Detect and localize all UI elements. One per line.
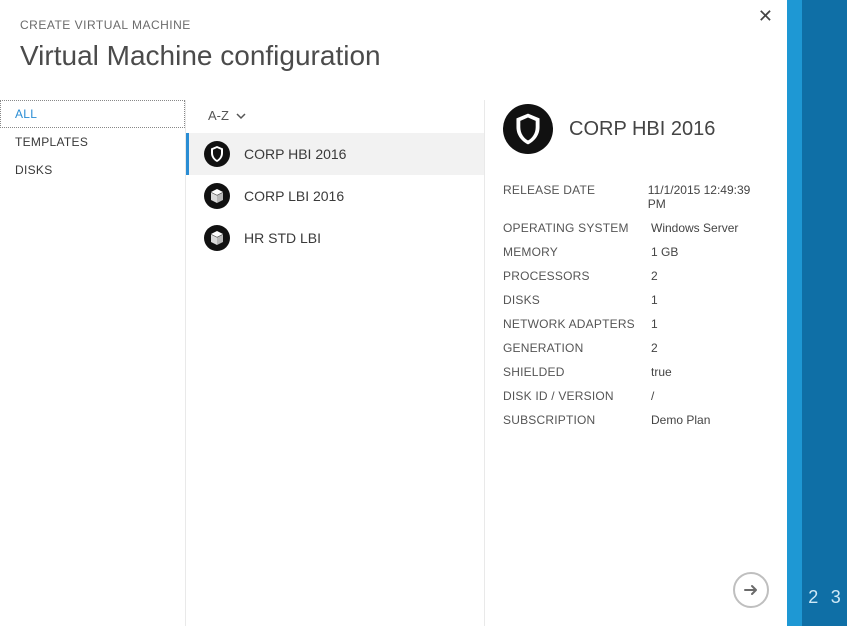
rail-stripe: [787, 0, 802, 626]
next-button[interactable]: [733, 572, 769, 608]
sidebar-item-label: DISKS: [15, 163, 53, 177]
prop-value: 1 GB: [651, 245, 678, 259]
list-item-label: HR STD LBI: [244, 230, 321, 246]
step-number[interactable]: 2: [808, 587, 818, 608]
page-title: Virtual Machine configuration: [20, 40, 767, 72]
shield-icon: [503, 104, 553, 154]
rail-steps: 2 3: [802, 0, 847, 626]
sort-dropdown[interactable]: A-Z: [186, 108, 484, 133]
list-item-label: CORP HBI 2016: [244, 146, 346, 162]
detail-header: CORP HBI 2016: [503, 104, 769, 154]
sidebar-item-label: ALL: [15, 107, 37, 121]
prop-label: GENERATION: [503, 341, 651, 355]
prop-value: 1: [651, 293, 658, 307]
prop-value: true: [651, 365, 672, 379]
prop-subscription: SUBSCRIPTION Demo Plan: [503, 408, 769, 432]
list-item[interactable]: HR STD LBI: [186, 217, 484, 259]
prop-operating-system: OPERATING SYSTEM Windows Server: [503, 216, 769, 240]
detail-properties: RELEASE DATE 11/1/2015 12:49:39 PM OPERA…: [503, 178, 769, 432]
sidebar-item-all[interactable]: ALL: [0, 100, 185, 128]
prop-value: /: [651, 389, 654, 403]
prop-label: NETWORK ADAPTERS: [503, 317, 651, 331]
prop-release-date: RELEASE DATE 11/1/2015 12:49:39 PM: [503, 178, 769, 216]
prop-label: SHIELDED: [503, 365, 651, 379]
prop-network-adapters: NETWORK ADAPTERS 1: [503, 312, 769, 336]
sidebar-item-disks[interactable]: DISKS: [0, 156, 185, 184]
cube-icon: [204, 225, 230, 251]
step-number[interactable]: 3: [831, 587, 841, 608]
chevron-down-icon: [235, 110, 247, 122]
wizard-main: ✕ CREATE VIRTUAL MACHINE Virtual Machine…: [0, 0, 787, 626]
content: ALL TEMPLATES DISKS A-Z: [0, 100, 787, 626]
template-list: A-Z CORP HBI 2016 CORP LBI 2016: [185, 100, 485, 626]
detail-title: CORP HBI 2016: [569, 118, 715, 141]
list-item[interactable]: CORP LBI 2016: [186, 175, 484, 217]
prop-shielded: SHIELDED true: [503, 360, 769, 384]
prop-label: OPERATING SYSTEM: [503, 221, 651, 235]
step-numbers: 2 3: [802, 587, 847, 608]
prop-value: Windows Server: [651, 221, 738, 235]
prop-generation: GENERATION 2: [503, 336, 769, 360]
prop-processors: PROCESSORS 2: [503, 264, 769, 288]
prop-label: MEMORY: [503, 245, 651, 259]
prop-disk-id-version: DISK ID / VERSION /: [503, 384, 769, 408]
prop-value: 11/1/2015 12:49:39 PM: [648, 183, 769, 211]
sidebar-item-label: TEMPLATES: [15, 135, 88, 149]
sort-label: A-Z: [208, 108, 229, 123]
detail-panel: CORP HBI 2016 RELEASE DATE 11/1/2015 12:…: [485, 100, 787, 626]
arrow-right-icon: [742, 581, 760, 599]
wizard-step-rail: 2 3: [787, 0, 847, 626]
prop-memory: MEMORY 1 GB: [503, 240, 769, 264]
shield-icon: [204, 141, 230, 167]
prop-label: RELEASE DATE: [503, 183, 648, 211]
breadcrumb: CREATE VIRTUAL MACHINE: [20, 18, 767, 32]
prop-disks: DISKS 1: [503, 288, 769, 312]
prop-label: SUBSCRIPTION: [503, 413, 651, 427]
prop-value: 1: [651, 317, 658, 331]
cube-icon: [204, 183, 230, 209]
close-icon[interactable]: ✕: [758, 6, 773, 27]
prop-value: 2: [651, 269, 658, 283]
prop-value: 2: [651, 341, 658, 355]
prop-label: DISK ID / VERSION: [503, 389, 651, 403]
list-item[interactable]: CORP HBI 2016: [186, 133, 484, 175]
list-item-label: CORP LBI 2016: [244, 188, 344, 204]
sidebar-item-templates[interactable]: TEMPLATES: [0, 128, 185, 156]
sidebar: ALL TEMPLATES DISKS: [0, 100, 185, 626]
header: CREATE VIRTUAL MACHINE Virtual Machine c…: [0, 0, 787, 82]
prop-label: PROCESSORS: [503, 269, 651, 283]
prop-value: Demo Plan: [651, 413, 710, 427]
prop-label: DISKS: [503, 293, 651, 307]
